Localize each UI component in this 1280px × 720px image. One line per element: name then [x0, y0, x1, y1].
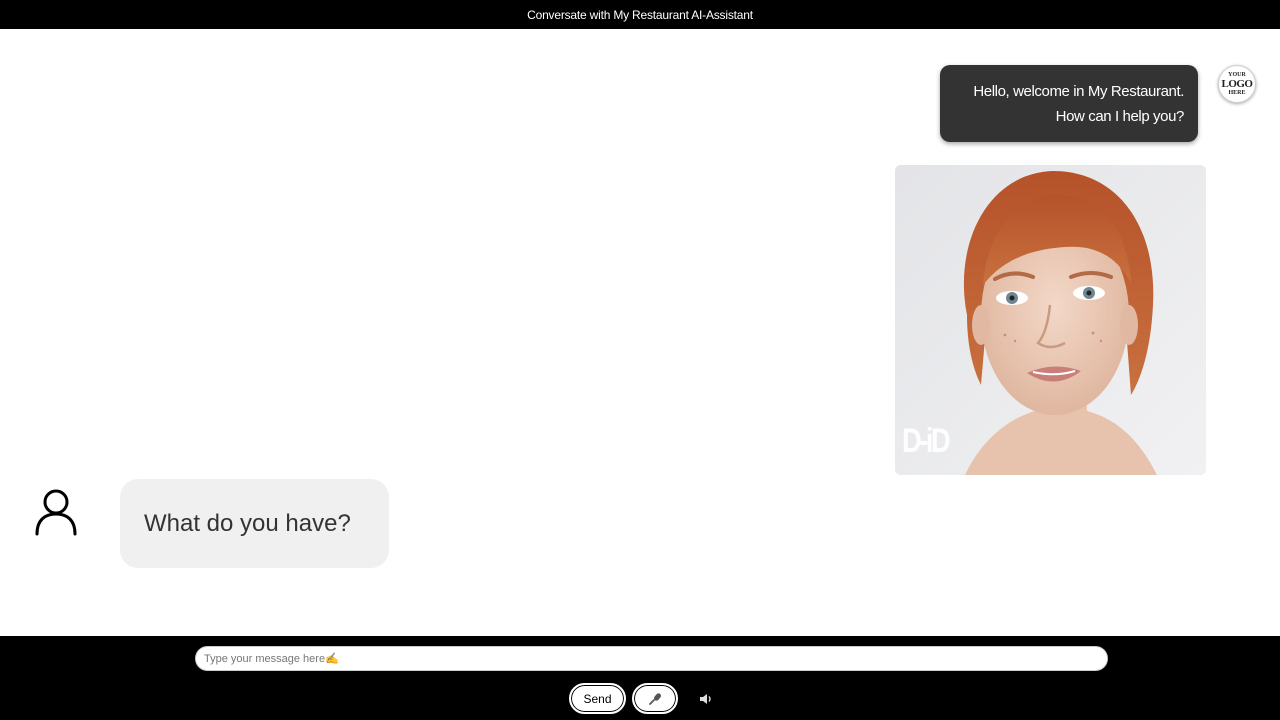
speaker-icon[interactable]	[699, 692, 713, 706]
microphone-icon	[649, 692, 661, 705]
restaurant-logo: YOUR LOGO HERE	[1218, 65, 1256, 103]
did-watermark: D-iD	[902, 422, 951, 460]
chat-area: Hello, welcome in My Restaurant. How can…	[0, 29, 1280, 636]
logo-text-bottom: HERE	[1228, 90, 1246, 96]
header-bar: Conversate with My Restaurant AI-Assista…	[0, 0, 1280, 29]
user-message-bubble: What do you have?	[120, 479, 389, 568]
composer-bar: Send	[0, 636, 1280, 720]
page-title: Conversate with My Restaurant AI-Assista…	[527, 7, 753, 22]
bot-message-bubble: Hello, welcome in My Restaurant. How can…	[940, 65, 1198, 142]
send-button[interactable]: Send	[569, 683, 626, 714]
user-icon	[35, 489, 77, 536]
user-message-text: What do you have?	[144, 509, 351, 537]
ai-avatar-video: D-iD	[895, 165, 1206, 475]
message-input[interactable]	[195, 646, 1108, 671]
bot-message-line-1: Hello, welcome in My Restaurant.	[973, 83, 1184, 100]
microphone-button[interactable]	[632, 683, 678, 714]
bot-message-line-2: How can I help you?	[1055, 108, 1185, 125]
logo-text-main: LOGO	[1221, 78, 1253, 90]
